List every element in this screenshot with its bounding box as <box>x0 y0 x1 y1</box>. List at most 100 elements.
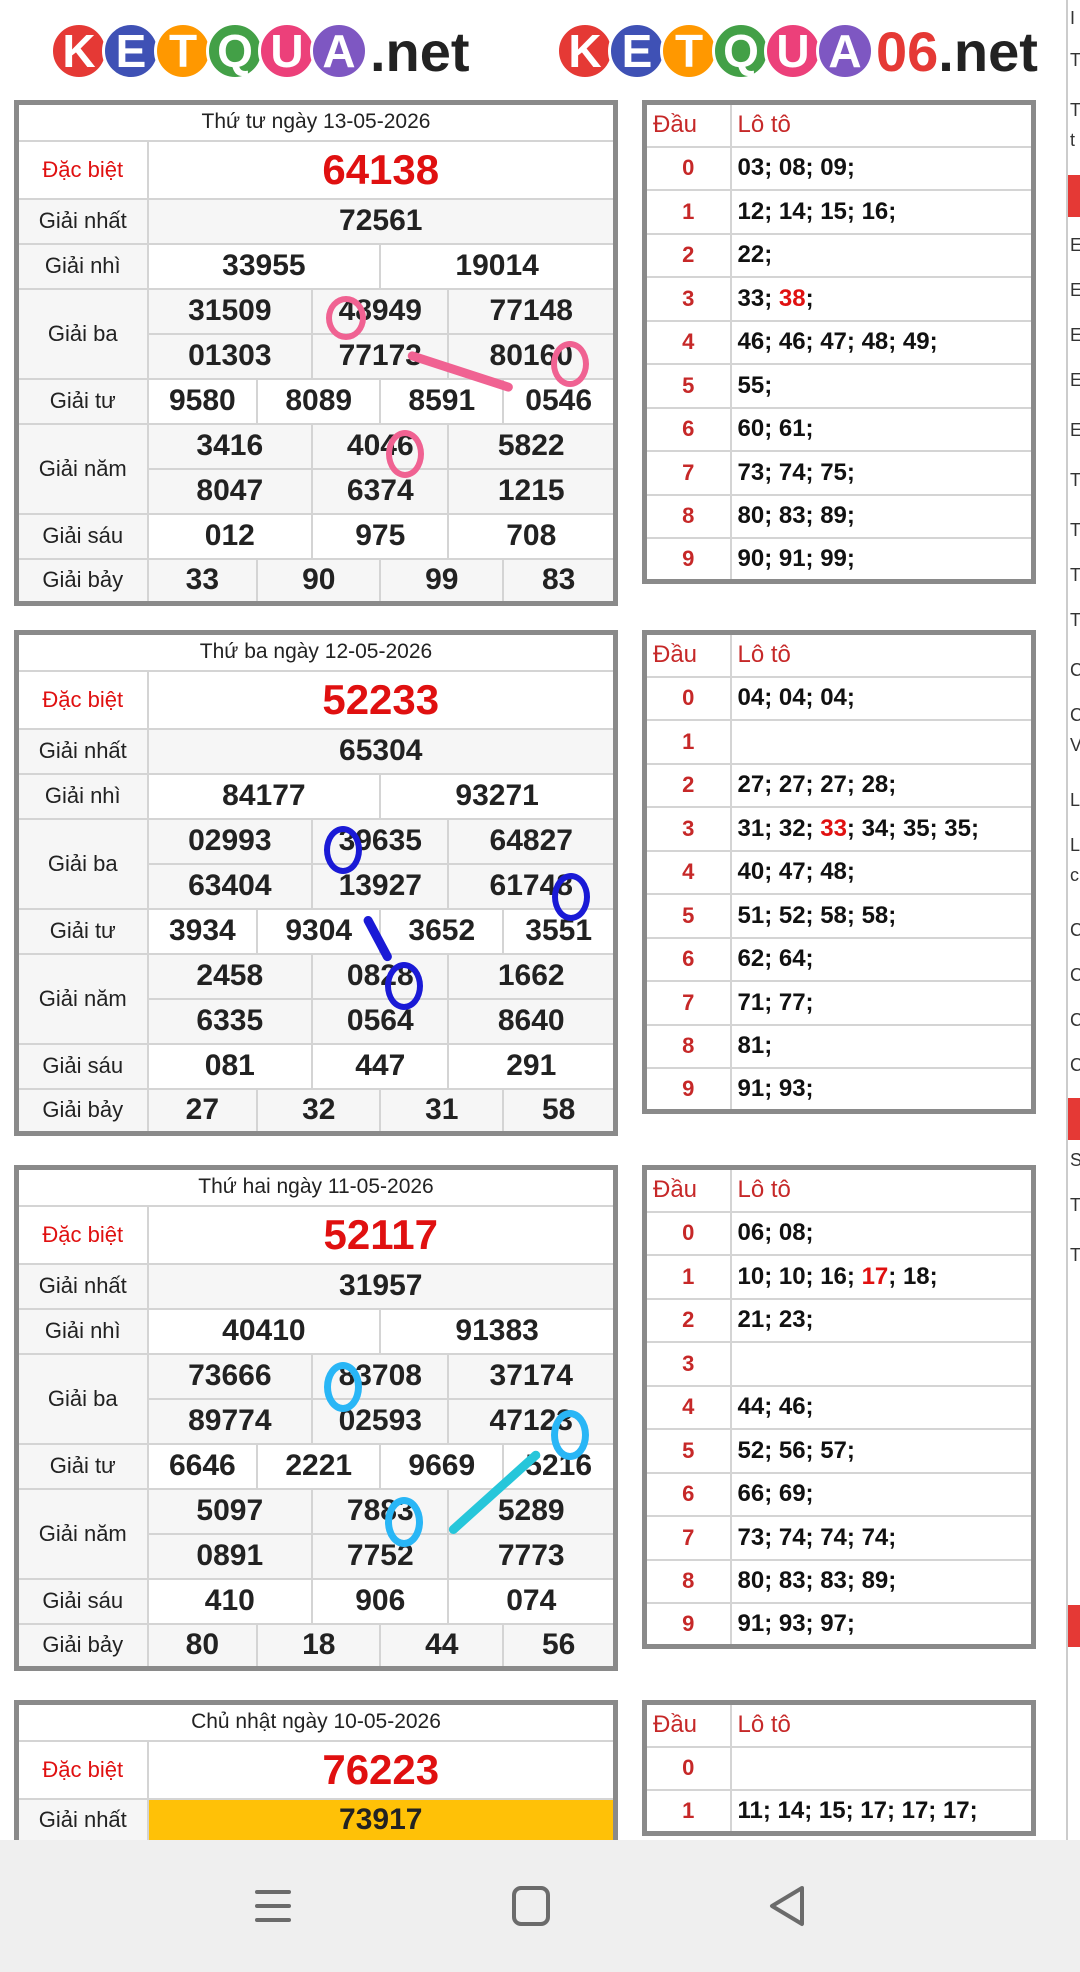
sixth-prize: 074 <box>447 1577 617 1625</box>
loto-values: 04; 04; 04; <box>729 675 1035 721</box>
loto-values: 27; 27; 27; 28; <box>729 762 1035 808</box>
first-prize: 73917 <box>146 1797 617 1845</box>
sidebar-link-fragment[interactable]: C <box>1068 1055 1080 1076</box>
loto-head-digit: 2 <box>643 232 732 278</box>
label-giai-nam: Giải năm <box>15 952 149 1045</box>
header-loto: Lô tô <box>729 101 1035 148</box>
loto-values: 21; 23; <box>729 1297 1035 1343</box>
seventh-prize: 56 <box>502 1622 617 1670</box>
sidebar-link-fragment[interactable]: E <box>1068 235 1080 256</box>
first-prize: 65304 <box>146 727 617 775</box>
logo-tail-text: 06.net <box>876 19 1038 84</box>
third-prize: 73666 <box>146 1352 314 1400</box>
home-square-icon[interactable] <box>500 1876 560 1936</box>
sidebar-link-fragment[interactable]: E <box>1068 370 1080 391</box>
sidebar-link-fragment[interactable]: E <box>1068 325 1080 346</box>
sidebar-link-fragment[interactable]: t <box>1068 130 1080 151</box>
sidebar-link-fragment[interactable]: V <box>1068 735 1080 756</box>
sidebar-link-fragment[interactable]: C <box>1068 660 1080 681</box>
label-giai-nhat: Giải nhất <box>15 1262 149 1310</box>
sidebar-link-fragment[interactable]: C <box>1068 965 1080 986</box>
loto-head-digit: 0 <box>643 1745 732 1791</box>
label-giai-nam: Giải năm <box>15 1487 149 1580</box>
fifth-prize: 1662 <box>447 952 617 1000</box>
label-giai-sau: Giải sáu <box>15 1042 149 1090</box>
sidebar-link-fragment[interactable]: E <box>1068 420 1080 441</box>
second-prize: 19014 <box>379 242 617 290</box>
sidebar-link-fragment[interactable]: C <box>1068 1010 1080 1031</box>
fifth-prize: 0891 <box>146 1532 314 1580</box>
sidebar-link-fragment[interactable]: T <box>1068 50 1080 71</box>
sidebar-link-fragment[interactable]: L <box>1068 835 1080 856</box>
label-giai-sau: Giải sáu <box>15 1577 149 1625</box>
circle-mark <box>551 1410 589 1460</box>
system-navigation-bar <box>0 1840 1080 1972</box>
loto-values: 33; 38; <box>729 276 1035 322</box>
special-prize: 52233 <box>146 669 617 730</box>
sidebar-link-fragment[interactable]: c <box>1068 865 1080 886</box>
third-prize: 77148 <box>447 287 617 335</box>
sixth-prize: 291 <box>447 1042 617 1090</box>
loto-values: 66; 69; <box>729 1471 1035 1517</box>
header-loto: Lô tô <box>729 1701 1035 1748</box>
sidebar-link-fragment[interactable]: C <box>1068 705 1080 726</box>
seventh-prize: 44 <box>379 1622 505 1670</box>
loto-values: 90; 91; 99; <box>729 537 1035 583</box>
back-triangle-icon[interactable] <box>758 1876 818 1936</box>
loto-head-digit: 8 <box>643 1023 732 1069</box>
loto-values: 12; 14; 15; 16; <box>729 189 1035 235</box>
draw-date: Thứ ba ngày 12-05-2026 <box>15 631 617 672</box>
loto-head-digit: 5 <box>643 363 732 409</box>
label-giai-nhi: Giải nhì <box>15 242 149 290</box>
loto-values: 91; 93; 97; <box>729 1602 1035 1648</box>
label-giai-ba: Giải ba <box>15 287 149 380</box>
label-giai-nhi: Giải nhì <box>15 772 149 820</box>
loto-table: Đầu Lô tô 0 06; 08; 1 10; 10; 16; 17; 18; 2 21;… <box>642 1165 1036 1649</box>
sidebar-link-fragment[interactable]: T <box>1068 565 1080 586</box>
loto-table: Đầu Lô tô 0 03; 08; 09; 1 12; 14; 15; 16; 2 22;… <box>642 100 1036 584</box>
result-table: Thứ ba ngày 12-05-2026 Đặc biệt 52233 Giải … <box>14 630 618 1136</box>
sixth-prize: 708 <box>447 512 617 560</box>
sidebar-link-fragment[interactable]: E <box>1068 280 1080 301</box>
loto-values: 55; <box>729 363 1035 409</box>
result-table: Thứ tư ngày 13-05-2026 Đặc biệt 64138 Giải … <box>14 100 618 606</box>
sidebar-link-fragment[interactable]: C <box>1068 920 1080 941</box>
fifth-prize: 6374 <box>311 467 450 515</box>
sidebar-link-fragment[interactable]: L <box>1068 790 1080 811</box>
third-prize: 89774 <box>146 1397 314 1445</box>
label-giai-ba: Giải ba <box>15 1352 149 1445</box>
loto-values: 10; 10; 16; 17; 18; <box>729 1254 1035 1300</box>
fifth-prize: 7773 <box>447 1532 617 1580</box>
ketqua-net-logo[interactable]: K E T Q U A .net <box>50 16 470 86</box>
label-giai-bay: Giải bảy <box>15 1087 149 1135</box>
sidebar-link-fragment[interactable]: T <box>1068 520 1080 541</box>
circle-mark <box>326 296 366 340</box>
sidebar-link-fragment[interactable]: I <box>1068 8 1080 29</box>
loto-values: 81; <box>729 1023 1035 1069</box>
loto-values: 40; 47; 48; <box>729 849 1035 895</box>
logo-domain: .net <box>370 19 470 83</box>
seventh-prize: 33 <box>146 557 259 605</box>
sidebar-link-fragment[interactable]: T <box>1068 100 1080 121</box>
label-giai-nam: Giải năm <box>15 422 149 515</box>
logo-letter-ball: K <box>556 22 614 80</box>
sidebar-link-fragment[interactable]: S <box>1068 1150 1080 1171</box>
sidebar-link-fragment[interactable]: T <box>1068 470 1080 491</box>
loto-values: 80; 83; 83; 89; <box>729 1558 1035 1604</box>
second-prize: 84177 <box>146 772 382 820</box>
sidebar-link-fragment[interactable]: T <box>1068 1195 1080 1216</box>
first-prize: 72561 <box>146 197 617 245</box>
fifth-prize: 0564 <box>311 997 450 1045</box>
loto-values: 11; 14; 15; 17; 17; 17; <box>729 1789 1035 1835</box>
logo-letter-ball: A <box>310 22 368 80</box>
loto-values: 73; 74; 74; 74; <box>729 1515 1035 1561</box>
menu-icon[interactable] <box>243 1876 303 1936</box>
ketqua06-net-logo[interactable]: K E T Q U A 06.net <box>556 16 1038 86</box>
sidebar-link-fragment[interactable]: T <box>1068 610 1080 631</box>
loto-head-digit: 3 <box>643 276 732 322</box>
sidebar-link-fragment[interactable]: T <box>1068 1245 1080 1266</box>
seventh-prize: 83 <box>502 557 617 605</box>
loto-head-digit: 8 <box>643 493 732 539</box>
sidebar-red-header <box>1068 175 1080 217</box>
loto-head-digit: 9 <box>643 1067 732 1113</box>
